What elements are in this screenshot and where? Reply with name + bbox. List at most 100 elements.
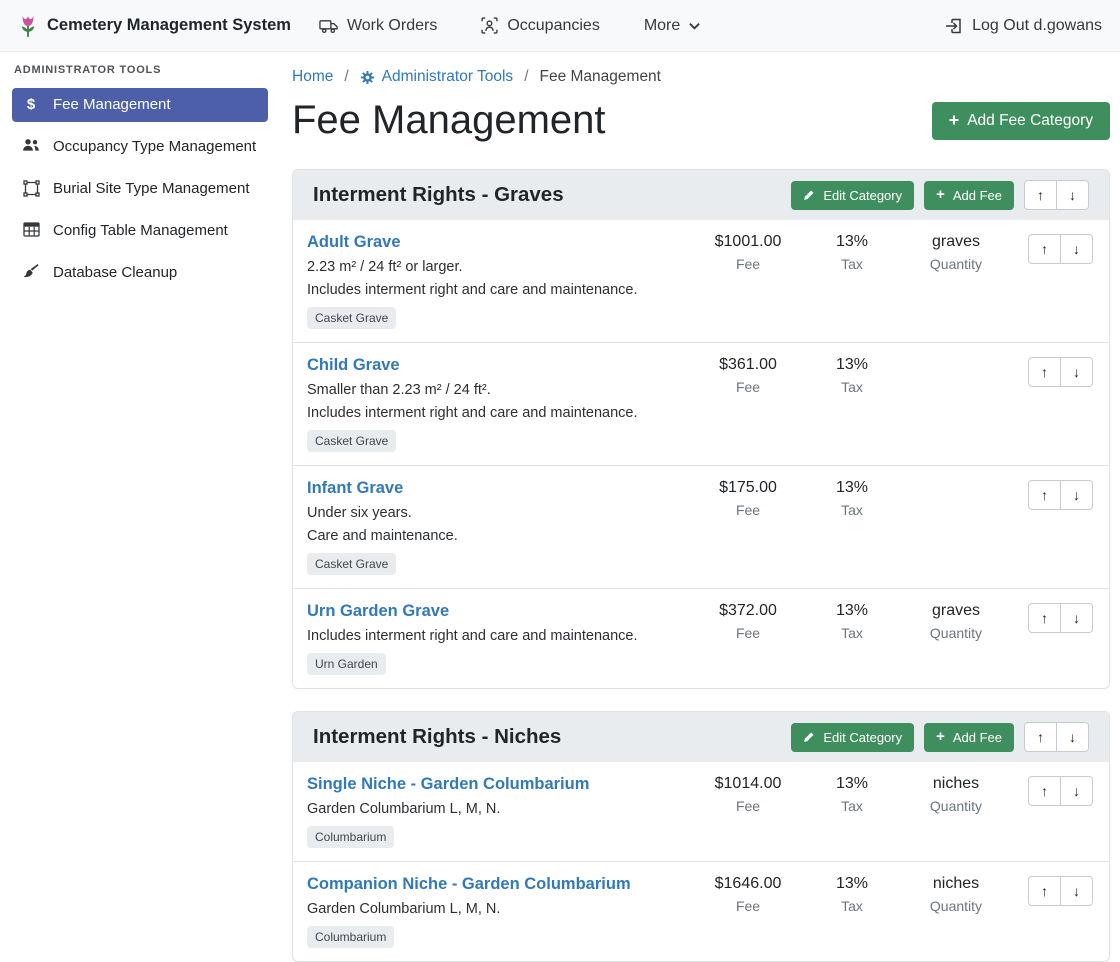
sidebar-item-label: Burial Site Type Management xyxy=(53,179,250,199)
sidebar-item-database-cleanup[interactable]: Database Cleanup xyxy=(12,256,268,290)
add-fee-label: Add Fee xyxy=(953,188,1002,203)
sidebar-heading: Administrator Tools xyxy=(0,64,280,76)
move-fee-up-button[interactable]: ↑ xyxy=(1028,776,1061,806)
sidebar-item-config-table-management[interactable]: Config Table Management xyxy=(12,214,268,248)
nav-occupancies[interactable]: Occupancies xyxy=(481,17,600,35)
move-fee-up-button[interactable]: ↑ xyxy=(1028,876,1061,906)
sidebar-item-occupancy-type-management[interactable]: Occupancy Type Management xyxy=(12,130,268,164)
fee-tax: 13% xyxy=(800,602,904,620)
fee-quantity-cell: niches Quantity xyxy=(904,875,1008,914)
fee-amount-cell: $1001.00 Fee xyxy=(696,233,800,272)
fee-quantity-cell: graves Quantity xyxy=(904,233,1008,272)
move-category-up-button[interactable]: ↑ xyxy=(1024,180,1057,210)
move-category-down-button[interactable]: ↓ xyxy=(1057,722,1089,752)
fee-description: Care and maintenance. xyxy=(307,528,688,544)
add-fee-button[interactable]: + Add Fee xyxy=(924,723,1014,752)
fee-tax-cell: 13% Tax xyxy=(800,875,904,914)
truck-icon xyxy=(319,18,338,34)
move-category-down-button[interactable]: ↓ xyxy=(1057,180,1089,210)
add-fee-category-button[interactable]: + Add Fee Category xyxy=(932,102,1110,140)
fee-details: Urn Garden Grave Includes interment righ… xyxy=(307,602,696,675)
fee-name[interactable]: Infant Grave xyxy=(307,479,403,498)
arrow-up-icon: ↑ xyxy=(1041,783,1048,799)
sidebar-item-label: Fee Management xyxy=(53,95,171,115)
breadcrumb-home-link[interactable]: Home xyxy=(292,68,333,86)
fee-tax-label: Tax xyxy=(800,379,904,395)
fee-details: Infant Grave Under six years.Care and ma… xyxy=(307,479,696,575)
sidebar-item-label: Database Cleanup xyxy=(53,263,177,283)
fee-name[interactable]: Adult Grave xyxy=(307,233,401,252)
nav-occupancies-label: Occupancies xyxy=(507,17,600,35)
fee-name[interactable]: Child Grave xyxy=(307,356,400,375)
move-fee-down-button[interactable]: ↓ xyxy=(1061,234,1093,264)
sidebar-item-burial-site-type-management[interactable]: Burial Site Type Management xyxy=(12,172,268,206)
fee-details: Companion Niche - Garden Columbarium Gar… xyxy=(307,875,696,948)
breadcrumb-separator: / xyxy=(524,68,528,86)
fee-name[interactable]: Urn Garden Grave xyxy=(307,602,449,621)
fee-badge: Urn Garden xyxy=(307,653,386,675)
nav-more[interactable]: More xyxy=(644,17,700,35)
fee-tax-cell: 13% Tax xyxy=(800,602,904,641)
move-fee-up-button[interactable]: ↑ xyxy=(1028,234,1061,264)
move-fee-down-button[interactable]: ↓ xyxy=(1061,603,1093,633)
fee-category-card: Interment Rights - Graves Edit Category … xyxy=(292,169,1110,689)
page-title: Fee Management xyxy=(292,98,606,143)
fee-badge: Columbarium xyxy=(307,926,394,948)
fee-description: Smaller than 2.23 m² / 24 ft². xyxy=(307,382,688,398)
brand-link[interactable]: Cemetery Management System xyxy=(18,13,291,39)
sidebar-item-fee-management[interactable]: $ Fee Management xyxy=(12,88,268,122)
fee-description: Includes interment right and care and ma… xyxy=(307,628,688,644)
fee-row: Urn Garden Grave Includes interment righ… xyxy=(293,588,1109,688)
category-move-buttons: ↑ ↓ xyxy=(1024,722,1089,752)
main-content: Home / Administrator Tools / Fee Ma xyxy=(280,52,1120,939)
move-fee-down-button[interactable]: ↓ xyxy=(1061,357,1093,387)
fee-amount-label: Fee xyxy=(696,625,800,641)
pencil-icon xyxy=(803,189,815,201)
fee-amount: $372.00 xyxy=(696,602,800,620)
fee-name[interactable]: Companion Niche - Garden Columbarium xyxy=(307,875,631,894)
fee-amount-label: Fee xyxy=(696,502,800,518)
fee-move-buttons: ↑ ↓ xyxy=(1028,357,1093,387)
fee-move-buttons: ↑ ↓ xyxy=(1028,603,1093,633)
edit-category-button[interactable]: Edit Category xyxy=(791,181,914,210)
vector-square-icon xyxy=(22,180,40,197)
logout-link[interactable]: Log Out d.gowans xyxy=(945,17,1102,35)
move-category-up-button[interactable]: ↑ xyxy=(1024,722,1057,752)
add-fee-category-label: Add Fee Category xyxy=(967,112,1093,130)
nav-more-label: More xyxy=(644,17,680,35)
move-fee-up-button[interactable]: ↑ xyxy=(1028,357,1061,387)
fee-category-list: Interment Rights - Graves Edit Category … xyxy=(292,169,1110,962)
fee-move-buttons: ↑ ↓ xyxy=(1028,480,1093,510)
brand-title: Cemetery Management System xyxy=(47,16,291,35)
nav-work-orders[interactable]: Work Orders xyxy=(319,17,437,35)
add-fee-button[interactable]: + Add Fee xyxy=(924,181,1014,210)
edit-category-button[interactable]: Edit Category xyxy=(791,723,914,752)
fee-details: Adult Grave 2.23 m² / 24 ft² or larger.I… xyxy=(307,233,696,329)
move-fee-down-button[interactable]: ↓ xyxy=(1061,480,1093,510)
move-fee-up-button[interactable]: ↑ xyxy=(1028,603,1061,633)
gear-icon xyxy=(360,70,375,85)
sidebar-item-label: Config Table Management xyxy=(53,221,228,241)
category-move-buttons: ↑ ↓ xyxy=(1024,180,1089,210)
category-title: Interment Rights - Niches xyxy=(313,725,561,749)
fee-description: Includes interment right and care and ma… xyxy=(307,405,688,421)
fee-amount: $1014.00 xyxy=(696,775,800,793)
fee-quantity-value: niches xyxy=(904,875,1008,893)
plus-icon: + xyxy=(936,730,945,745)
breadcrumb-admin-tools-link[interactable]: Administrator Tools xyxy=(360,68,514,86)
fee-quantity-value: graves xyxy=(904,233,1008,251)
move-fee-down-button[interactable]: ↓ xyxy=(1061,776,1093,806)
move-fee-down-button[interactable]: ↓ xyxy=(1061,876,1093,906)
fee-row: Adult Grave 2.23 m² / 24 ft² or larger.I… xyxy=(293,220,1109,342)
fee-quantity-cell xyxy=(904,479,1008,484)
fee-tax-label: Tax xyxy=(800,256,904,272)
fee-tax: 13% xyxy=(800,775,904,793)
fee-row: Infant Grave Under six years.Care and ma… xyxy=(293,465,1109,588)
fee-name[interactable]: Single Niche - Garden Columbarium xyxy=(307,775,589,794)
fee-quantity-label: Quantity xyxy=(904,898,1008,914)
fee-tax-cell: 13% Tax xyxy=(800,233,904,272)
move-fee-up-button[interactable]: ↑ xyxy=(1028,480,1061,510)
fee-quantity-cell: graves Quantity xyxy=(904,602,1008,641)
top-navbar: Cemetery Management System Work Orders xyxy=(0,0,1120,52)
fee-amount-label: Fee xyxy=(696,798,800,814)
